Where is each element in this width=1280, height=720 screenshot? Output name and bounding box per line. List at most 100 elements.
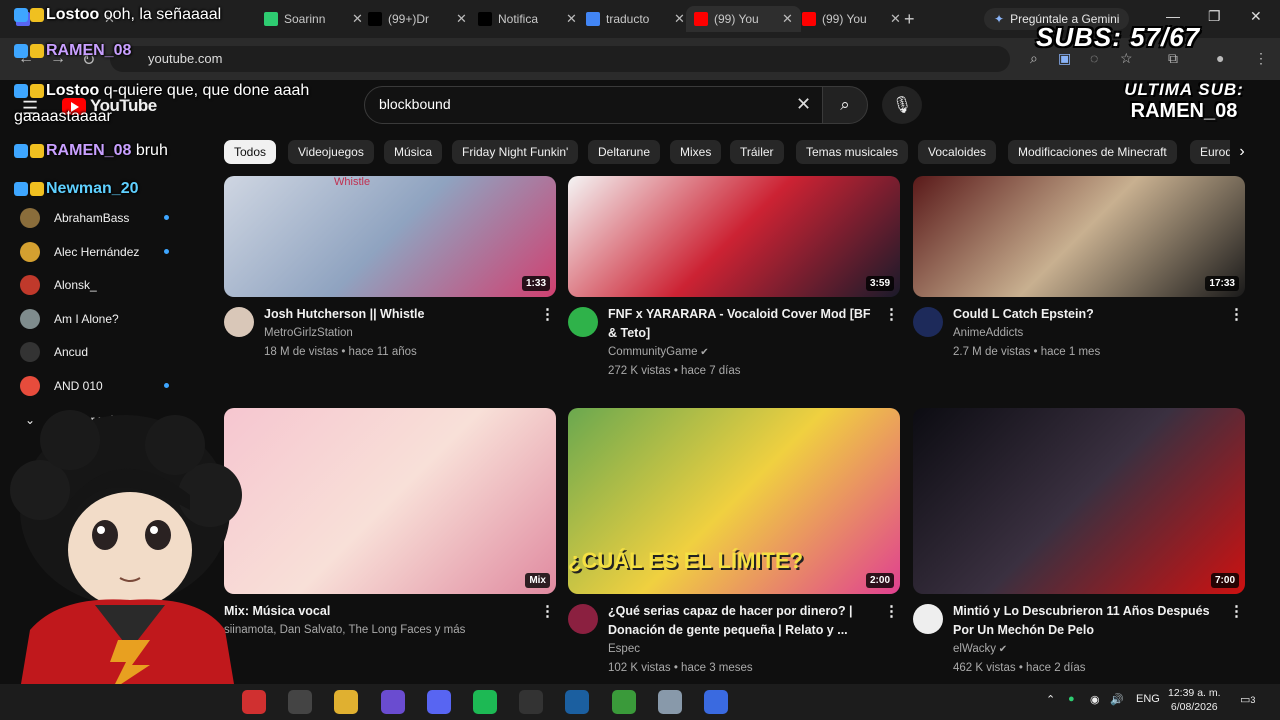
channel-name[interactable]: CommunityGame ✔ <box>608 346 709 358</box>
filter-chip[interactable]: Música <box>384 140 443 164</box>
discord-icon[interactable] <box>426 690 451 714</box>
browser-tab[interactable]: (99+)Dr ✕ <box>360 6 475 32</box>
tab-title: Soarinn <box>284 12 326 26</box>
more-actions-icon[interactable]: ⋮ <box>540 602 555 620</box>
clear-search-icon[interactable]: ✕ <box>796 94 811 115</box>
video-thumbnail[interactable]: Mix <box>224 408 556 594</box>
channel-avatar[interactable] <box>913 604 943 634</box>
filter-chip[interactable]: Tráiler <box>730 140 784 164</box>
more-actions-icon[interactable]: ⋮ <box>540 305 555 323</box>
video-title[interactable]: Mintió y Lo Descubrieron 11 Años Después <box>953 602 1210 620</box>
more-actions-icon[interactable]: ⋮ <box>1229 602 1244 620</box>
search-icon: ⌕ <box>840 95 850 114</box>
file-explorer-icon[interactable] <box>334 690 359 714</box>
tab-close-icon[interactable]: ✕ <box>456 11 467 27</box>
notepad-icon[interactable] <box>657 690 682 714</box>
channel-name[interactable]: AnimeAddicts <box>953 327 1023 339</box>
browser-tab[interactable]: traducto ✕ <box>578 6 693 32</box>
video-title[interactable]: Could L Catch Epstein? <box>953 305 1094 323</box>
filter-chip[interactable]: Temas musicales <box>796 140 909 164</box>
tab-close-icon[interactable]: ✕ <box>782 11 793 27</box>
more-actions-icon[interactable]: ⋮ <box>884 305 899 323</box>
channel-avatar[interactable] <box>913 307 943 337</box>
channel-name[interactable]: Espec <box>608 643 640 655</box>
video-thumbnail[interactable]: 17:33 <box>913 176 1245 297</box>
video-title[interactable]: ¿Qué serias capaz de hacer por dinero? | <box>608 602 853 620</box>
tab-title: (99+)Dr <box>388 12 430 26</box>
video-title[interactable]: Josh Hutcherson || Whistle <box>264 305 425 323</box>
new-tab-button[interactable]: + <box>904 9 915 30</box>
close-window-icon[interactable]: ✕ <box>1250 8 1262 25</box>
youtube-icon <box>694 12 708 26</box>
tab-close-icon[interactable]: ✕ <box>890 11 901 27</box>
channel-name[interactable]: elWacky ✔ <box>953 643 1007 655</box>
video-title[interactable]: & Teto] <box>608 324 650 342</box>
vtuber-avatar <box>10 410 242 690</box>
chat-text: q-quiere que, que done aaah <box>103 82 310 99</box>
video-title[interactable]: Por Un Mechón De Pelo <box>953 621 1094 639</box>
subs-counter: SUBS: 57/67 <box>1036 22 1201 52</box>
channel-name[interactable]: siinamota, Dan Salvato, The Long Faces y… <box>224 624 465 636</box>
subscription-item[interactable]: AND 010 <box>20 374 170 398</box>
roblox-icon[interactable] <box>704 690 728 714</box>
video-thumbnail[interactable]: 7:00 <box>913 408 1245 594</box>
tray-chevron-icon[interactable]: ⌃ <box>1046 693 1055 706</box>
browser-menu-icon[interactable]: ⋮ <box>1254 50 1268 67</box>
more-actions-icon[interactable]: ⋮ <box>884 602 899 620</box>
filter-chip[interactable]: Friday Night Funkin' <box>452 140 579 164</box>
filter-chip[interactable]: Deltarune <box>588 140 661 164</box>
chat-badge-icon <box>30 181 44 196</box>
search-button[interactable]: ⌕ <box>822 86 868 124</box>
clock[interactable]: 12:39 a. m. 6/08/2026 <box>1168 686 1221 714</box>
channel-avatar[interactable] <box>568 307 598 337</box>
subscription-item[interactable]: Ancud <box>20 340 170 364</box>
tab-close-icon[interactable]: ✕ <box>566 11 577 27</box>
new-content-dot <box>164 215 169 220</box>
valorant-icon[interactable] <box>242 690 266 714</box>
maximize-icon[interactable]: ❐ <box>1208 8 1221 25</box>
voice-search-button[interactable]: 🎙 <box>882 86 922 124</box>
channel-avatar <box>20 376 40 396</box>
minecraft-icon[interactable] <box>611 690 636 714</box>
browser-tab[interactable]: (99) You ✕ <box>794 6 909 32</box>
channel-name[interactable]: MetroGirlzStation <box>264 327 353 339</box>
filter-chip[interactable]: Mixes <box>670 140 722 164</box>
more-actions-icon[interactable]: ⋮ <box>1229 305 1244 323</box>
epic-games-icon[interactable] <box>519 690 544 714</box>
spotify-icon[interactable] <box>473 690 497 714</box>
subscription-item[interactable]: Alonsk_ <box>20 273 170 297</box>
chat-badge-icon <box>14 83 28 98</box>
filter-chip[interactable]: Modificaciones de Minecraft <box>1008 140 1177 164</box>
filter-chip[interactable]: Todos <box>224 140 277 164</box>
subscription-item[interactable]: AbrahamBass <box>20 206 170 230</box>
subscription-item[interactable]: Am I Alone? <box>20 307 170 331</box>
volume-icon[interactable]: 🔊 <box>1110 693 1124 706</box>
video-thumbnail[interactable]: 1:33 Whistle <box>224 176 556 297</box>
channel-avatar[interactable] <box>568 604 598 634</box>
filter-chip[interactable]: Vocaloides <box>918 140 997 164</box>
chat-message: gaaaastaaaar <box>14 108 112 126</box>
search-input[interactable]: blockbound <box>364 86 824 124</box>
xbox-icon[interactable] <box>380 690 405 714</box>
obs-icon[interactable] <box>288 690 313 714</box>
tray-app-icon[interactable]: ◉ <box>1090 693 1100 706</box>
browser-tab[interactable]: Soarinn ✕ <box>256 6 371 32</box>
subscription-item[interactable]: Alec Hernández <box>20 240 170 264</box>
url-input[interactable]: youtube.com <box>110 46 1010 72</box>
profile-icon[interactable]: ● <box>1216 50 1224 66</box>
language-indicator[interactable]: ENG <box>1136 693 1160 705</box>
tray-status-icon[interactable]: ● <box>1068 693 1075 705</box>
chips-next-arrow-icon[interactable]: › <box>1230 140 1254 164</box>
channel-avatar[interactable] <box>224 307 254 337</box>
video-title[interactable]: FNF x YARARARA - Vocaloid Cover Mod [BF <box>608 305 871 323</box>
video-thumbnail[interactable]: 3:59 <box>568 176 900 297</box>
filter-chip[interactable]: Videojuegos <box>288 140 374 164</box>
tab-close-icon[interactable]: ✕ <box>674 11 685 27</box>
video-thumbnail[interactable]: 2:00 ¿CUÁL ES EL LÍMITE? <box>568 408 900 594</box>
browser-tab[interactable]: (99) You ✕ <box>686 6 801 32</box>
notifications-icon[interactable]: ▭3 <box>1240 693 1255 706</box>
steam-icon[interactable] <box>565 690 590 714</box>
browser-tab[interactable]: Notifica ✕ <box>470 6 585 32</box>
video-title[interactable]: Donación de gente pequeña | Relato y ... <box>608 621 848 639</box>
chat-message: Lostoo q-quiere que, que done aaah <box>14 82 309 100</box>
